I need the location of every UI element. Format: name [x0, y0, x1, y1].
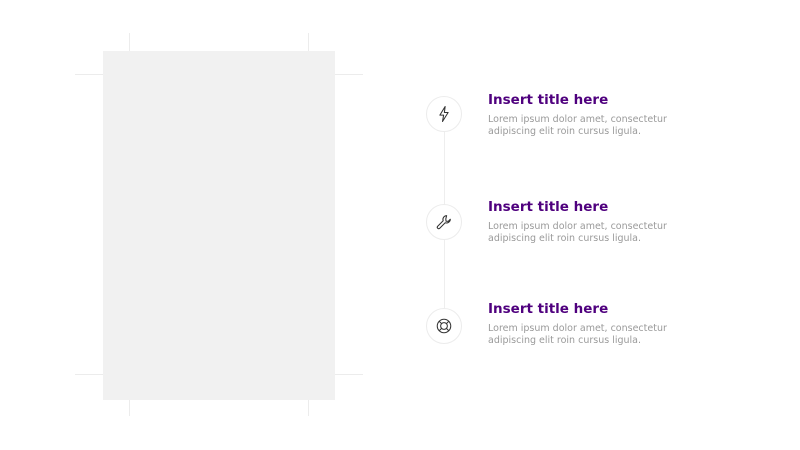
wrench-icon [436, 215, 451, 230]
crop-guide-right-bottom [308, 400, 309, 416]
item-description[interactable]: Lorem ipsum dolor amet, consectetur adip… [488, 114, 678, 138]
crop-guide-left-top [129, 33, 130, 51]
item-title[interactable]: Insert title here [488, 92, 688, 108]
crop-guide-right-top [308, 33, 309, 51]
crop-guide-left-bottom [129, 400, 130, 416]
timeline-item: Insert title here Lorem ipsum dolor amet… [488, 92, 688, 138]
lightning-bolt-icon [439, 105, 449, 123]
slide: Insert title here Lorem ipsum dolor amet… [0, 0, 800, 450]
item-description[interactable]: Lorem ipsum dolor amet, consectetur adip… [488, 323, 678, 347]
crop-guide-bottom-left [75, 374, 103, 375]
lightning-bolt-icon-circle [426, 96, 462, 132]
image-placeholder[interactable] [103, 51, 335, 400]
lifebuoy-icon [436, 318, 452, 334]
item-title[interactable]: Insert title here [488, 199, 688, 215]
timeline-item: Insert title here Lorem ipsum dolor amet… [488, 301, 688, 347]
lifebuoy-icon-circle [426, 308, 462, 344]
crop-guide-top-right [335, 74, 363, 75]
item-title[interactable]: Insert title here [488, 301, 688, 317]
crop-guide-bottom-right [335, 374, 363, 375]
timeline-item: Insert title here Lorem ipsum dolor amet… [488, 199, 688, 245]
item-description[interactable]: Lorem ipsum dolor amet, consectetur adip… [488, 221, 678, 245]
crop-guide-top-left [75, 74, 103, 75]
wrench-icon-circle [426, 204, 462, 240]
